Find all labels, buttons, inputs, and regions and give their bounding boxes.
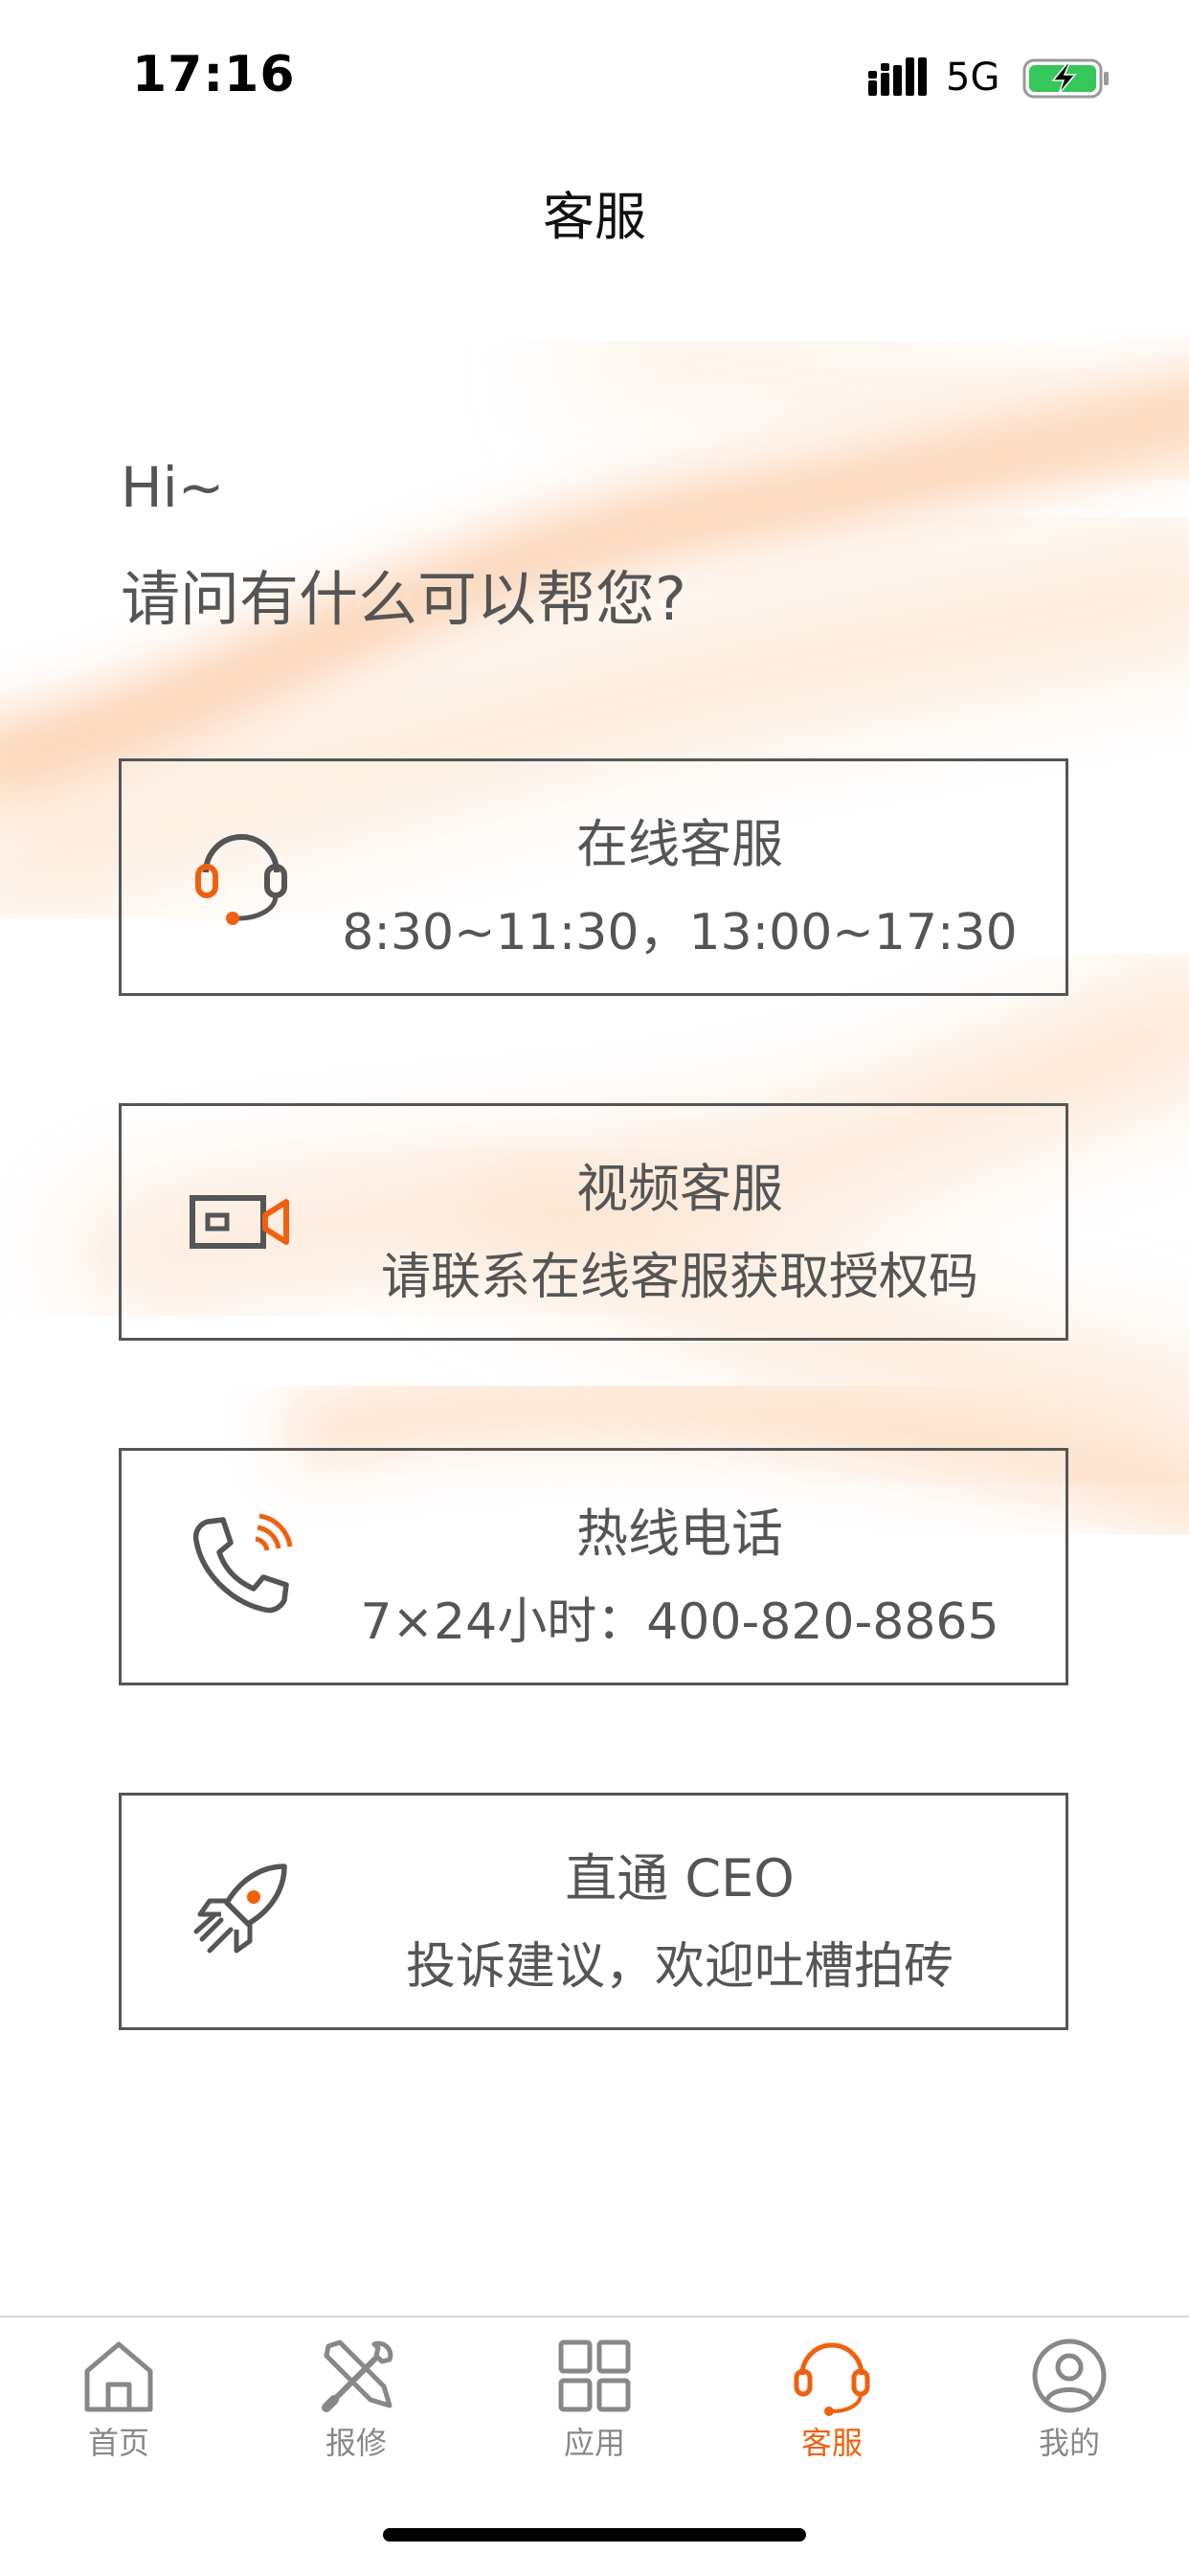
tab-label: 首页	[87, 2425, 149, 2461]
home-icon	[84, 2341, 153, 2412]
tab-label: 应用	[563, 2425, 625, 2461]
card-title: 热线电话	[576, 1503, 783, 1564]
question-text: 请问有什么可以帮您?	[121, 564, 686, 634]
page-title: 客服	[543, 187, 646, 247]
signal-icon	[868, 57, 927, 96]
home-indicator[interactable]	[383, 2528, 806, 2542]
status-time: 17:16	[132, 46, 296, 103]
card-subtitle: 请联系在线客服获取授权码	[380, 1249, 978, 1306]
network-label: 5G	[946, 56, 1000, 100]
card-subtitle: 投诉建议，欢迎吐槽拍砖	[405, 1938, 953, 1996]
card-title: 在线客服	[576, 814, 783, 874]
battery-charging-icon	[1022, 58, 1109, 99]
phone-icon	[192, 1513, 293, 1614]
video-camera-icon	[190, 1195, 289, 1249]
headset-icon	[195, 834, 287, 925]
tab-apps[interactable]: 应用	[518, 2335, 671, 2478]
card-title: 直通 CEO	[565, 1848, 795, 1909]
ceo-feedback-card[interactable]: 直通 CEO 投诉建议，欢迎吐槽拍砖	[119, 1793, 1068, 2030]
card-subtitle: 8:30~11:30，13:00~17:30	[342, 904, 1018, 961]
tab-home[interactable]: 首页	[42, 2335, 195, 2478]
tab-repair[interactable]: 报修	[280, 2335, 433, 2478]
online-support-card[interactable]: 在线客服 8:30~11:30，13:00~17:30	[119, 758, 1068, 996]
tools-icon	[322, 2339, 393, 2412]
greeting-text: Hi~	[121, 455, 225, 520]
tab-label: 客服	[800, 2425, 863, 2461]
tab-label: 报修	[325, 2425, 387, 2461]
rocket-icon	[193, 1864, 287, 1954]
tab-profile[interactable]: 我的	[993, 2335, 1146, 2478]
headset-icon	[794, 2342, 870, 2416]
hotline-card[interactable]: 热线电话 7×24小时：400-820-8865	[119, 1448, 1068, 1685]
grid-icon	[558, 2339, 631, 2412]
user-icon	[1032, 2339, 1107, 2413]
tab-customer-service[interactable]: 客服	[755, 2335, 909, 2478]
status-bar: 17:16 5G	[0, 0, 1189, 153]
tab-label: 我的	[1038, 2425, 1100, 2461]
video-support-card[interactable]: 视频客服 请联系在线客服获取授权码	[119, 1103, 1068, 1341]
card-subtitle: 7×24小时：400-820-8865	[360, 1593, 999, 1651]
card-title: 视频客服	[576, 1159, 783, 1219]
